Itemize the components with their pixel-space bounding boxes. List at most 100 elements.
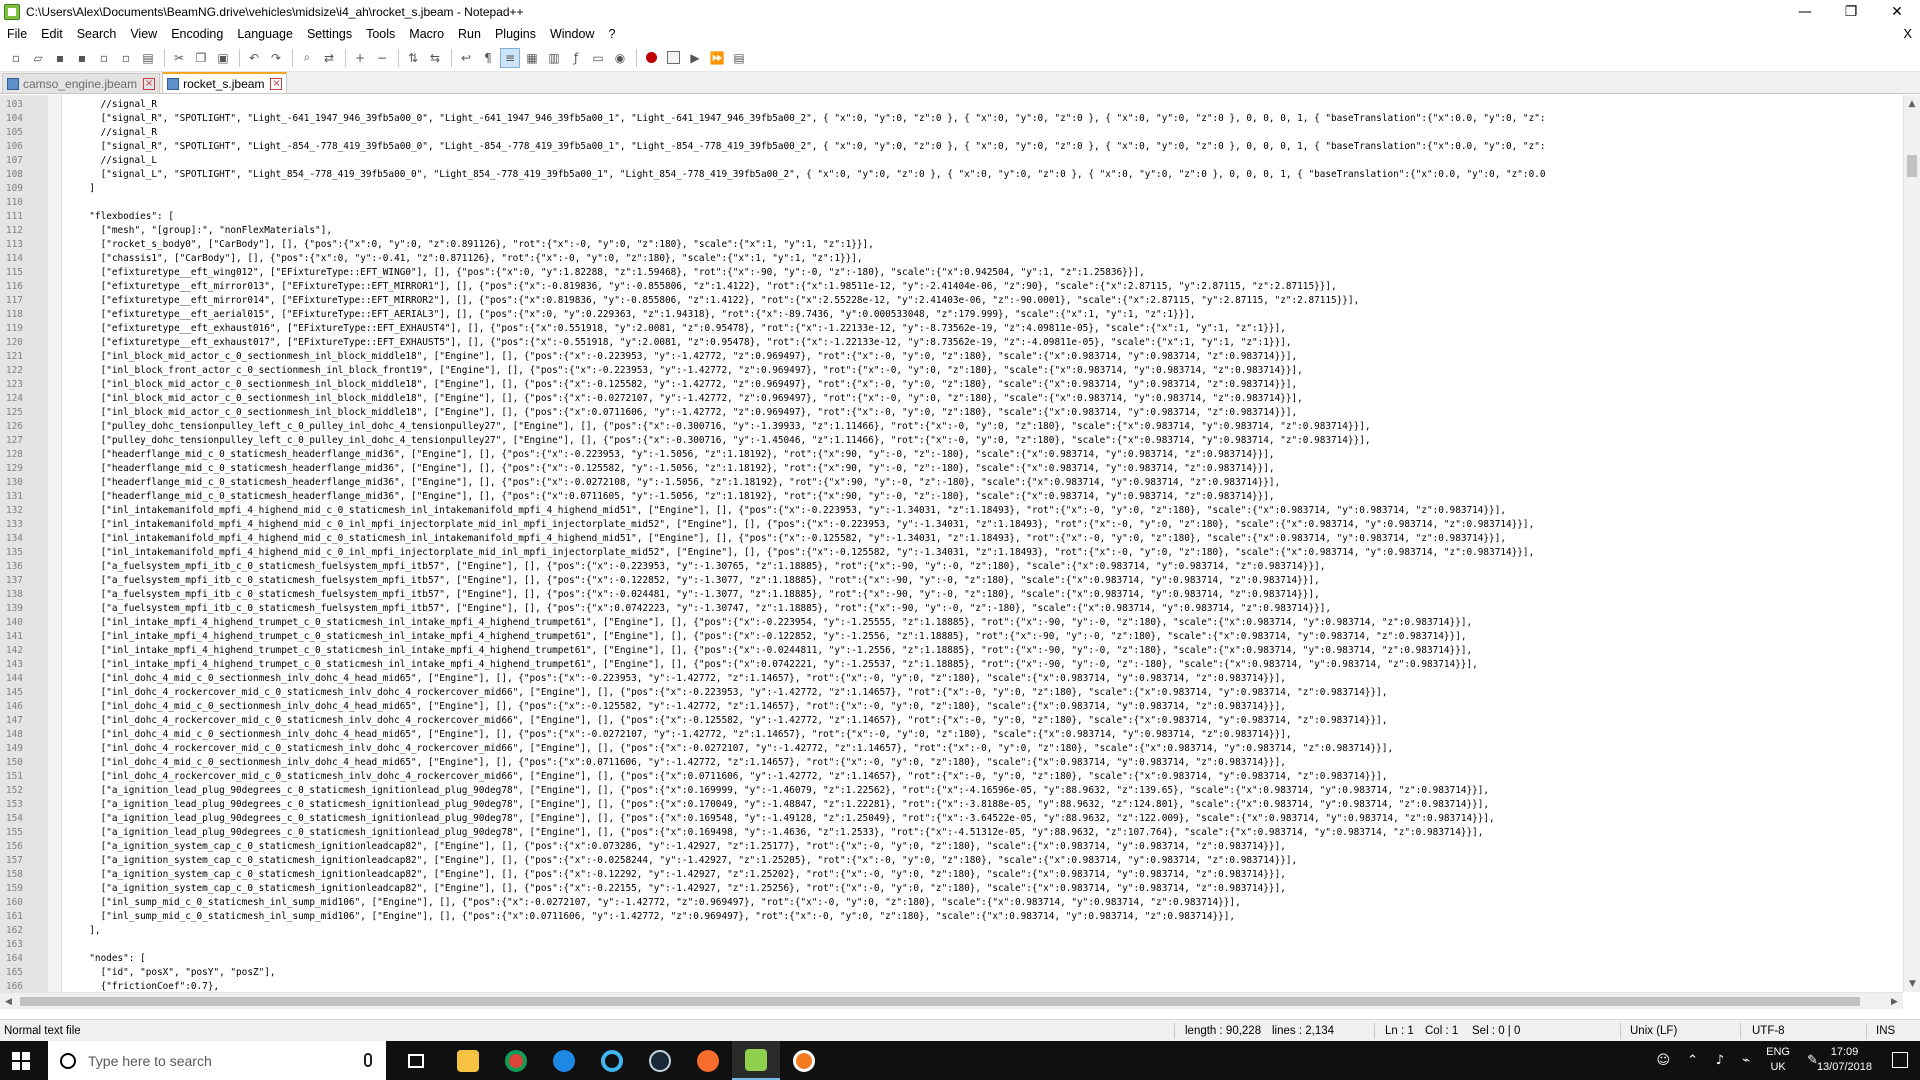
menu-plugins[interactable]: Plugins [488,27,543,41]
folder-as-workspace-icon[interactable]: ▭ [588,48,608,68]
code-line[interactable]: 164 "nodes": [ [0,952,1900,966]
code-line[interactable]: 123 ["inl_block_mid_actor_c_0_sectionmes… [0,378,1900,392]
code-line[interactable]: 132 ["inl_intakemanifold_mpfi_4_highend_… [0,504,1900,518]
tab-camso-engine[interactable]: camso_engine.jbeam × [2,73,161,93]
text-editor[interactable]: 103 //signal_R 104 ["signal_R", "SPOTLIGH… [0,95,1920,992]
code-line[interactable]: 140 ["inl_intake_mpfi_4_highend_trumpet_… [0,616,1900,630]
menu-language[interactable]: Language [230,27,300,41]
code-line[interactable]: 136 ["a_fuelsystem_mpfi_itb_c_0_staticme… [0,560,1900,574]
steam-icon[interactable] [636,1041,684,1080]
copy-icon[interactable]: ❐ [191,48,211,68]
print-icon[interactable]: ▤ [138,48,158,68]
word-wrap-icon[interactable]: ↩ [456,48,476,68]
code-line[interactable]: 107 //signal_L [0,154,1900,168]
code-line[interactable]: 159 ["a_ignition_system_cap_c_0_staticme… [0,882,1900,896]
code-line[interactable]: 146 ["inl_dohc_4_mid_c_0_sectionmesh_inl… [0,700,1900,714]
code-line[interactable]: 151 ["inl_dohc_4_rockercover_mid_c_0_sta… [0,770,1900,784]
menu-edit[interactable]: Edit [34,27,70,41]
menu-run[interactable]: Run [451,27,488,41]
replace-icon[interactable]: ⇄ [319,48,339,68]
menu-window[interactable]: Window [543,27,601,41]
scroll-right-icon[interactable]: ▶ [1886,993,1903,1010]
code-line[interactable]: 137 ["a_fuelsystem_mpfi_itb_c_0_staticme… [0,574,1900,588]
code-line[interactable]: 119 ["efixturetype__eft_exhaust016", ["E… [0,322,1900,336]
edge-icon[interactable] [540,1041,588,1080]
code-line[interactable]: 108 ["signal_L", "SPOTLIGHT", "Light_854… [0,168,1900,182]
code-line[interactable]: 152 ["a_ignition_lead_plug_90degrees_c_0… [0,784,1900,798]
windows-start-icon[interactable] [12,1052,30,1070]
show-hidden-icons-icon[interactable]: ⌃ [1687,1053,1698,1068]
menu-settings[interactable]: Settings [300,27,359,41]
indent-guide-icon[interactable]: ≡ [500,47,520,68]
code-line[interactable]: 139 ["a_fuelsystem_mpfi_itb_c_0_staticme… [0,602,1900,616]
notepadpp-app-icon[interactable] [4,4,20,20]
redo-icon[interactable]: ↷ [266,48,286,68]
code-line[interactable]: 153 ["a_ignition_lead_plug_90degrees_c_0… [0,798,1900,812]
taskbar-clock[interactable]: 17:09 13/07/2018 [1817,1045,1872,1075]
menu-search[interactable]: Search [70,27,124,41]
code-line[interactable]: 110 [0,196,1900,210]
cut-icon[interactable]: ✂ [169,48,189,68]
code-line[interactable]: 114 ["chassis1", ["CarBody"], [], {"pos"… [0,252,1900,266]
monitoring-icon[interactable]: ◉ [610,48,630,68]
show-all-characters-icon[interactable]: ¶ [478,48,498,68]
close-all-icon[interactable]: ▫ [116,48,136,68]
find-icon[interactable]: ⌕ [297,48,317,68]
code-line[interactable]: 145 ["inl_dohc_4_rockercover_mid_c_0_sta… [0,686,1900,700]
code-line[interactable]: 134 ["inl_intakemanifold_mpfi_4_highend_… [0,532,1900,546]
menu-tools[interactable]: Tools [359,27,402,41]
code-line[interactable]: 126 ["pulley_dohc_tensionpulley_left_c_0… [0,420,1900,434]
vertical-scrollbar[interactable]: ▲ ▼ [1903,95,1920,992]
tab-rocket-s[interactable]: rocket_s.jbeam × [162,72,288,93]
action-center-icon[interactable] [1892,1052,1908,1068]
status-encoding[interactable]: UTF-8 [1752,1020,1785,1042]
macro-play-icon[interactable]: ▶ [685,48,705,68]
horizontal-scroll-thumb[interactable] [20,997,1860,1006]
people-icon[interactable]: ☺ [1656,1053,1670,1068]
code-line[interactable]: 131 ["headerflange_mid_c_0_staticmesh_he… [0,490,1900,504]
macro-stop-icon[interactable] [663,48,683,68]
code-line[interactable]: 161 ["inl_sump_mid_c_0_staticmesh_inl_su… [0,910,1900,924]
code-line[interactable]: 127 ["pulley_dohc_tensionpulley_left_c_0… [0,434,1900,448]
file-explorer-icon[interactable] [444,1041,492,1080]
macro-run-multiple-icon[interactable]: ⏩ [707,48,727,68]
code-line[interactable]: 117 ["efixturetype__eft_mirror014", ["EF… [0,294,1900,308]
save-icon[interactable]: ▪ [50,48,70,68]
macro-record-icon[interactable] [641,48,661,68]
code-line[interactable]: 128 ["headerflange_mid_c_0_staticmesh_he… [0,448,1900,462]
code-line[interactable]: 124 ["inl_block_mid_actor_c_0_sectionmes… [0,392,1900,406]
vertical-scroll-thumb[interactable] [1907,155,1917,177]
code-line[interactable]: 162 ], [0,924,1900,938]
user-language-icon[interactable]: ▦ [522,48,542,68]
menu-view[interactable]: View [123,27,164,41]
sync-horizontal-icon[interactable]: ⇆ [425,48,445,68]
gog-galaxy-icon[interactable] [588,1041,636,1080]
network-icon[interactable]: ⌁ [1742,1053,1750,1068]
taskbar-search-box[interactable]: Type here to search [48,1041,386,1080]
code-line[interactable]: 143 ["inl_intake_mpfi_4_highend_trumpet_… [0,658,1900,672]
code-line[interactable]: 105 //signal_R [0,126,1900,140]
code-line[interactable]: 120 ["efixturetype__eft_exhaust017", ["E… [0,336,1900,350]
code-line[interactable]: 142 ["inl_intake_mpfi_4_highend_trumpet_… [0,644,1900,658]
code-line[interactable]: 133 ["inl_intakemanifold_mpfi_4_highend_… [0,518,1900,532]
code-line[interactable]: 122 ["inl_block_front_actor_c_0_sectionm… [0,364,1900,378]
code-line[interactable]: 112 ["mesh", "[group]:", "nonFlexMateria… [0,224,1900,238]
status-insert-mode[interactable]: INS [1876,1020,1895,1042]
code-line[interactable]: 155 ["a_ignition_lead_plug_90degrees_c_0… [0,826,1900,840]
horizontal-scrollbar[interactable]: ◀ ▶ [0,992,1903,1009]
code-line[interactable]: 106 ["signal_R", "SPOTLIGHT", "Light_-85… [0,140,1900,154]
status-eol[interactable]: Unix (LF) [1630,1020,1677,1042]
code-line[interactable]: 135 ["inl_intakemanifold_mpfi_4_highend_… [0,546,1900,560]
zoom-in-icon[interactable]: + [350,48,370,68]
code-line[interactable]: 103 //signal_R [0,98,1900,112]
menu-help[interactable]: ? [601,27,622,41]
code-line[interactable]: 111 "flexbodies": [ [0,210,1900,224]
new-file-icon[interactable]: ▫ [6,48,26,68]
code-line[interactable]: 125 ["inl_block_mid_actor_c_0_sectionmes… [0,406,1900,420]
code-line[interactable]: 144 ["inl_dohc_4_mid_c_0_sectionmesh_inl… [0,672,1900,686]
code-line[interactable]: 149 ["inl_dohc_4_rockercover_mid_c_0_sta… [0,742,1900,756]
code-line[interactable]: 118 ["efixturetype__eft_aerial015", ["EF… [0,308,1900,322]
code-line[interactable]: 138 ["a_fuelsystem_mpfi_itb_c_0_staticme… [0,588,1900,602]
macro-save-icon[interactable]: ▤ [729,48,749,68]
blender-icon[interactable] [780,1041,828,1080]
